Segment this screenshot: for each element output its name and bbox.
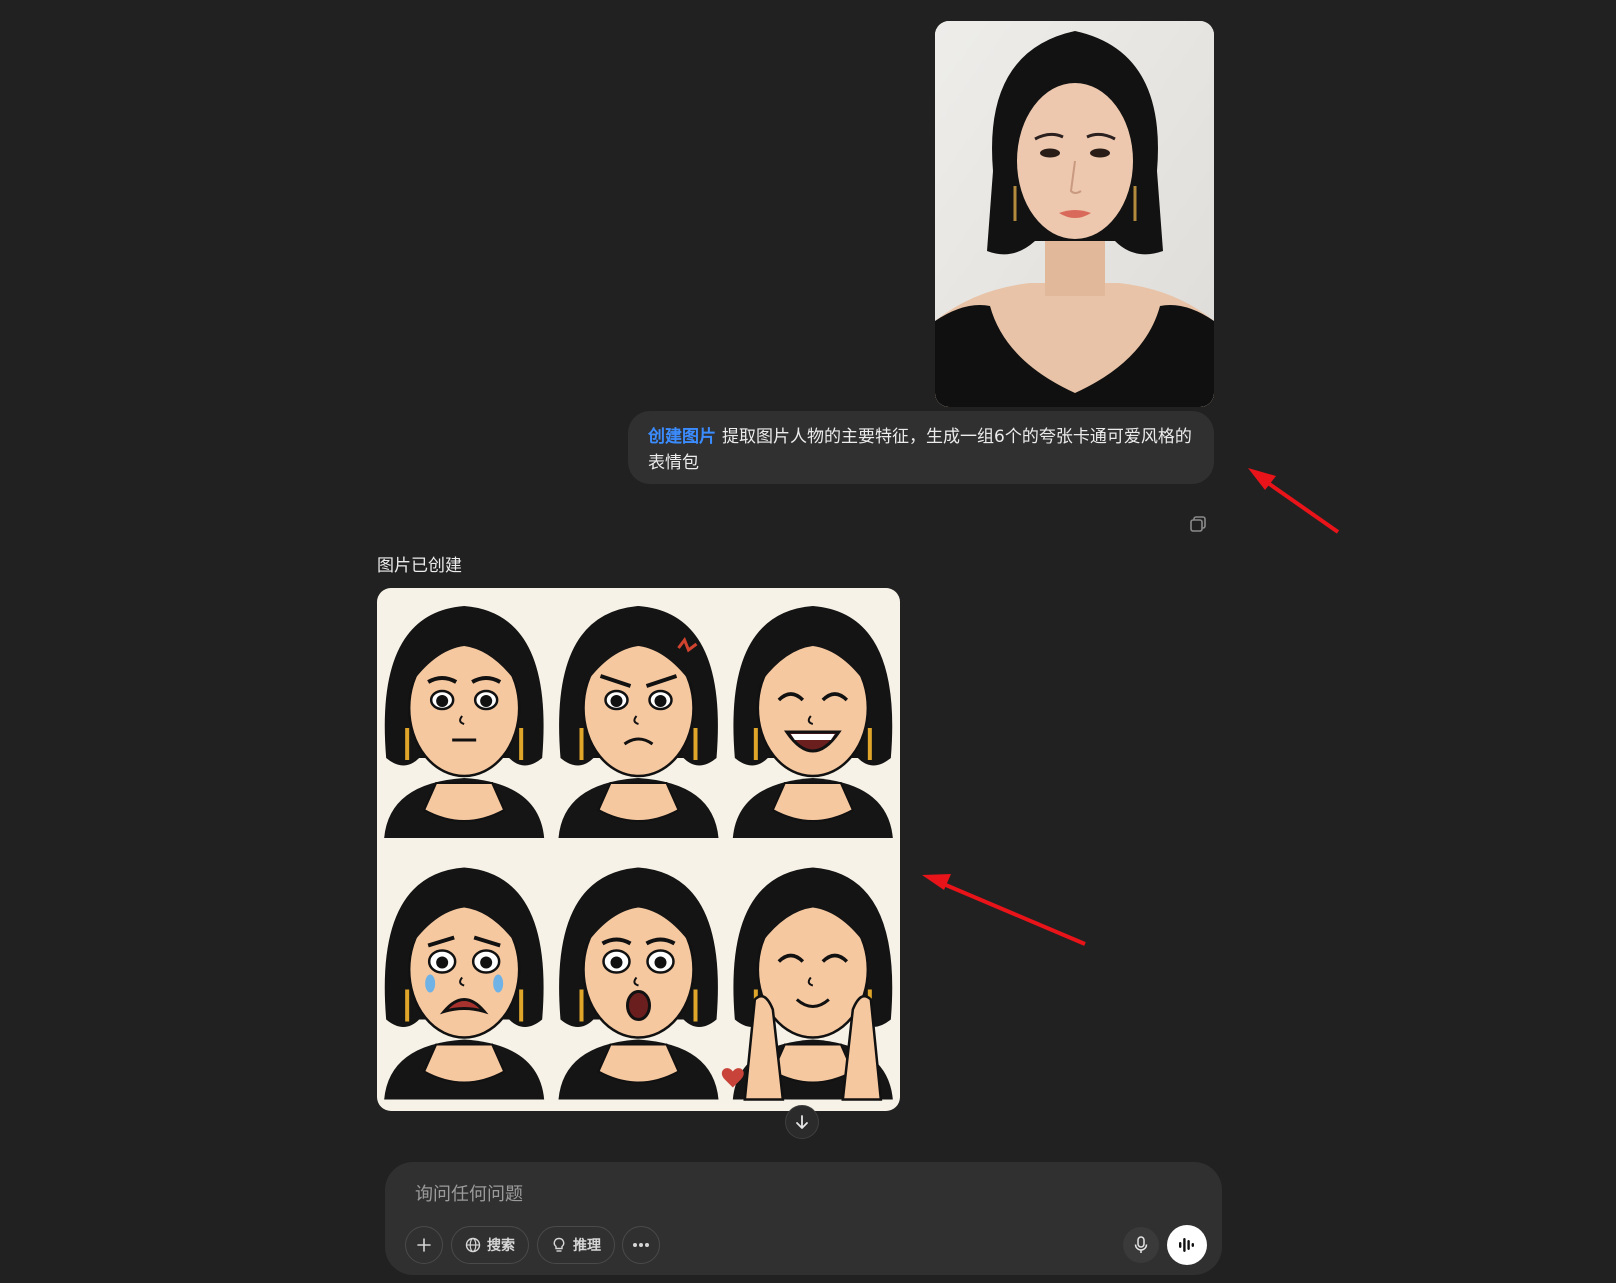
search-label: 搜索 (487, 1238, 515, 1254)
sticker-face-laugh-icon (732, 606, 893, 838)
globe-icon (465, 1237, 481, 1253)
reason-label: 推理 (573, 1238, 601, 1254)
voice-mode-button[interactable] (1167, 1225, 1207, 1265)
search-button[interactable]: 搜索 (451, 1226, 529, 1264)
sticker-face-cry-icon (384, 867, 545, 1100)
copy-icon[interactable] (1188, 514, 1208, 534)
user-message-text: 提取图片人物的主要特征，生成一组6个的夸张卡通可爱风格的表情包 (648, 427, 1192, 473)
scroll-down-button[interactable] (785, 1105, 819, 1139)
microphone-icon (1134, 1236, 1148, 1253)
dictate-button[interactable] (1123, 1227, 1159, 1263)
reason-button[interactable]: 推理 (537, 1226, 615, 1264)
plus-icon (417, 1238, 431, 1252)
add-attachment-button[interactable] (405, 1226, 443, 1264)
message-input[interactable] (413, 1178, 1177, 1210)
sticker-face-angry-icon (558, 606, 719, 838)
arrow-down-icon (796, 1115, 808, 1129)
sticker-face-neutral-icon (384, 606, 545, 838)
user-message-bubble: 创建图片 提取图片人物的主要特征，生成一组6个的夸张卡通可爱风格的表情包 (628, 411, 1214, 484)
sticker-face-blush-icon (721, 867, 893, 1101)
sticker-face-shock-icon (558, 867, 719, 1100)
lightbulb-icon (553, 1237, 565, 1252)
more-tools-button[interactable] (622, 1226, 660, 1264)
message-composer: 搜索 推理 (385, 1162, 1222, 1275)
create-image-tag[interactable]: 创建图片 (648, 427, 716, 447)
assistant-status-text: 图片已创建 (377, 556, 462, 576)
voice-waveform-icon (1179, 1238, 1194, 1252)
more-dots-icon (633, 1243, 649, 1247)
user-uploaded-photo[interactable] (935, 21, 1214, 407)
generated-sticker-image[interactable] (377, 588, 900, 1111)
